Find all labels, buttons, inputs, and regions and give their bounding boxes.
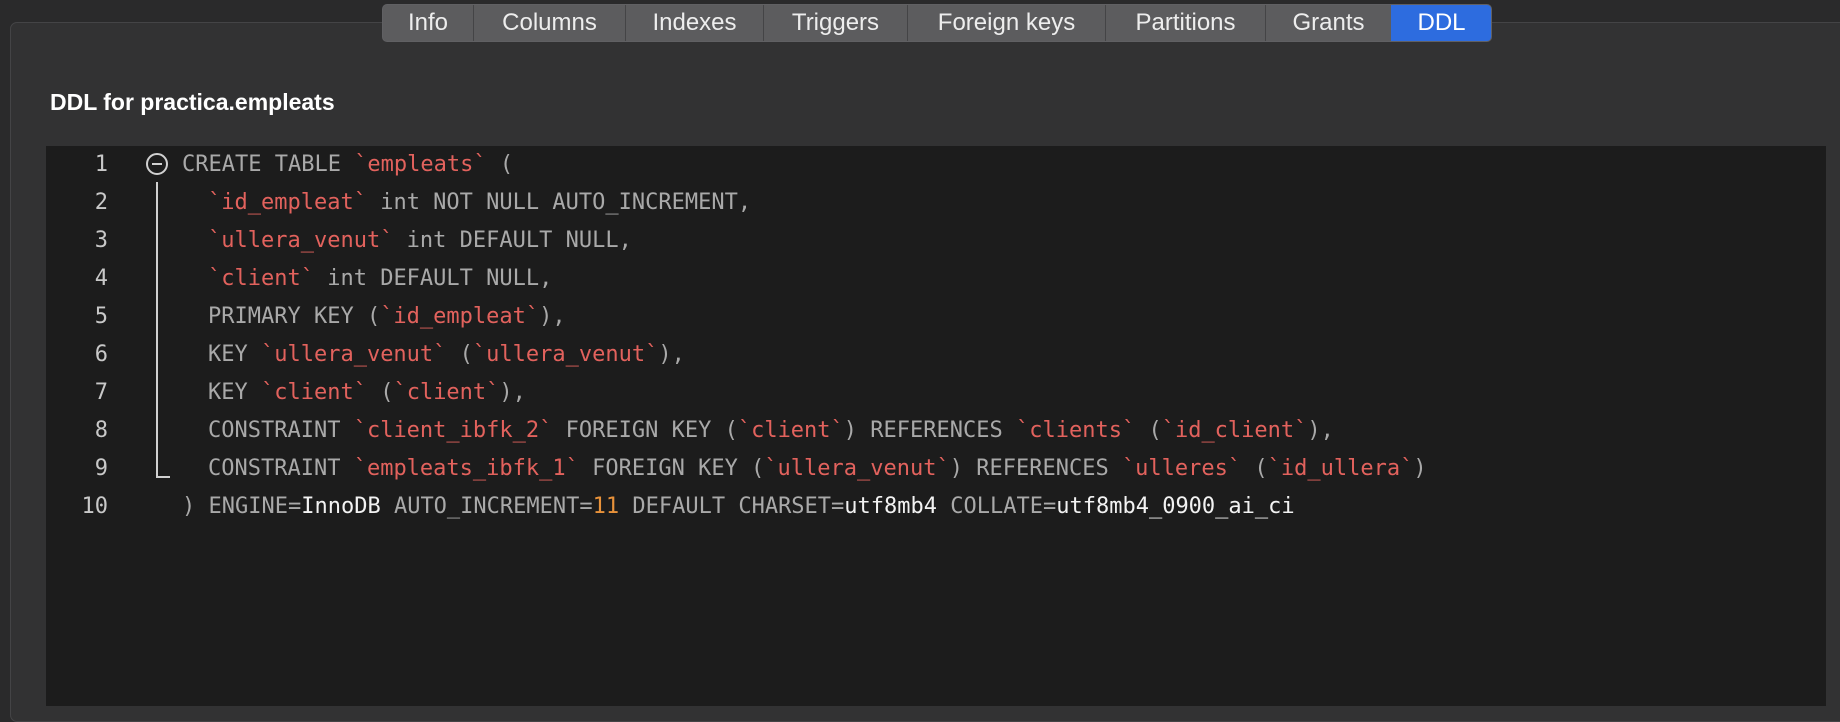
tab-columns[interactable]: Columns <box>473 5 625 41</box>
code-line: 9 CONSTRAINT `empleats_ibfk_1` FOREIGN KE… <box>46 450 1826 488</box>
code-token: `empleats_ibfk_1` <box>353 456 579 481</box>
ddl-title: DDL for practica.empleats <box>50 89 335 115</box>
code-line: 1 CREATE TABLE `empleats` ( <box>46 146 1826 184</box>
code-token: CREATE TABLE <box>182 152 355 177</box>
code-token: `ullera_venut` <box>260 342 447 367</box>
tab-info[interactable]: Info <box>383 5 473 41</box>
line-number: 2 <box>94 190 108 215</box>
code-token: `clients` <box>1015 418 1136 443</box>
code-token: `id_empleat` <box>380 304 540 329</box>
code-token: DEFAULT CHARSET= <box>619 494 845 519</box>
code-token: PRIMARY KEY ( <box>208 304 381 329</box>
tab-grants[interactable]: Grants <box>1265 5 1391 41</box>
code-token: ) ENGINE= <box>182 494 302 519</box>
code-token: COLLATE= <box>937 494 1057 519</box>
code-token: ( <box>1241 456 1268 481</box>
code-token: ) <box>1413 456 1427 481</box>
code-text: KEY `client` (`client`), <box>208 374 526 412</box>
tab-ddl[interactable]: DDL <box>1391 5 1491 41</box>
code-token: `empleats` <box>354 152 487 177</box>
code-line: 6 KEY `ullera_venut` (`ullera_venut`), <box>46 336 1826 374</box>
code-token: 11 <box>592 494 620 519</box>
code-token: `client` <box>737 418 844 443</box>
code-text: CREATE TABLE `empleats` ( <box>182 146 513 184</box>
code-token: KEY <box>208 380 261 405</box>
code-token: utf8mb4 <box>844 494 938 519</box>
line-number: 3 <box>94 228 108 253</box>
code-token: ( <box>486 152 514 177</box>
tab-indexes[interactable]: Indexes <box>625 5 763 41</box>
code-token: ), <box>658 342 685 367</box>
code-line: 2 `id_empleat` int NOT NULL AUTO_INCREMEN… <box>46 184 1826 222</box>
code-token: `ullera_venut` <box>472 342 659 367</box>
code-token: ( <box>1135 418 1162 443</box>
code-text: `ullera_venut` int DEFAULT NULL, <box>208 222 632 260</box>
code-token: InnoDB <box>301 494 381 519</box>
code-token: KEY <box>208 342 261 367</box>
code-token: `ullera_venut` <box>208 228 394 253</box>
code-token: `client` <box>208 266 314 291</box>
code-token: `client` <box>260 380 367 405</box>
tab-partitions[interactable]: Partitions <box>1105 5 1265 41</box>
code-token: ) REFERENCES <box>949 456 1122 481</box>
code-token: `ullera_venut` <box>764 456 950 481</box>
code-text: `id_empleat` int NOT NULL AUTO_INCREMENT… <box>208 184 751 222</box>
code-token: CONSTRAINT <box>208 418 354 443</box>
line-number: 1 <box>94 152 108 177</box>
code-token: CONSTRAINT <box>208 456 354 481</box>
tab-bar: Info Columns Indexes Triggers Foreign ke… <box>382 4 1492 42</box>
code-token: `id_empleat` <box>208 190 367 215</box>
code-token: `id_client` <box>1161 418 1308 443</box>
code-text: ) ENGINE=InnoDB AUTO_INCREMENT=11 DEFAUL… <box>182 488 1295 526</box>
line-number: 10 <box>81 494 109 519</box>
code-line: 3 `ullera_venut` int DEFAULT NULL, <box>46 222 1826 260</box>
code-token: ), <box>1307 418 1334 443</box>
code-token: `ulleres` <box>1121 456 1242 481</box>
code-token: ), <box>539 304 566 329</box>
code-text: PRIMARY KEY (`id_empleat`), <box>208 298 566 336</box>
line-number: 9 <box>94 456 108 481</box>
line-number: 7 <box>94 380 108 405</box>
code-line: 7 KEY `client` (`client`), <box>46 374 1826 412</box>
code-token: ) REFERENCES <box>843 418 1016 443</box>
tab-triggers[interactable]: Triggers <box>763 5 907 41</box>
line-number: 5 <box>94 304 108 329</box>
code-token: ), <box>499 380 526 405</box>
code-token: AUTO_INCREMENT= <box>380 494 593 519</box>
code-text: `client` int DEFAULT NULL, <box>208 260 552 298</box>
code-line: 10 ) ENGINE=InnoDB AUTO_INCREMENT=11 DEFA… <box>46 488 1826 526</box>
code-line: 4 `client` int DEFAULT NULL, <box>46 260 1826 298</box>
code-token: FOREIGN KEY ( <box>578 456 765 481</box>
tab-foreign-keys[interactable]: Foreign keys <box>907 5 1105 41</box>
code-token: int NOT NULL AUTO_INCREMENT, <box>366 190 752 215</box>
line-number: 6 <box>94 342 108 367</box>
ddl-code-editor[interactable]: 1 CREATE TABLE `empleats` (2 `id_empleat` … <box>46 146 1826 706</box>
line-number: 4 <box>94 266 108 291</box>
code-text: CONSTRAINT `client_ibfk_2` FOREIGN KEY (… <box>208 412 1334 450</box>
code-token: `id_ullera` <box>1267 456 1414 481</box>
code-text: CONSTRAINT `empleats_ibfk_1` FOREIGN KEY… <box>208 450 1427 488</box>
code-token: FOREIGN KEY ( <box>552 418 738 443</box>
code-token: int DEFAULT NULL, <box>313 266 553 291</box>
code-token: `client_ibfk_2` <box>353 418 553 443</box>
code-token: int DEFAULT NULL, <box>393 228 632 253</box>
code-token: ( <box>446 342 473 367</box>
code-token: ( <box>366 380 394 405</box>
code-text: KEY `ullera_venut` (`ullera_venut`), <box>208 336 685 374</box>
line-number: 8 <box>94 418 108 443</box>
code-line: 5 PRIMARY KEY (`id_empleat`), <box>46 298 1826 336</box>
code-line: 8 CONSTRAINT `client_ibfk_2` FOREIGN KEY … <box>46 412 1826 450</box>
code-token: utf8mb4_0900_ai_ci <box>1056 494 1295 519</box>
code-token: `client` <box>393 380 500 405</box>
